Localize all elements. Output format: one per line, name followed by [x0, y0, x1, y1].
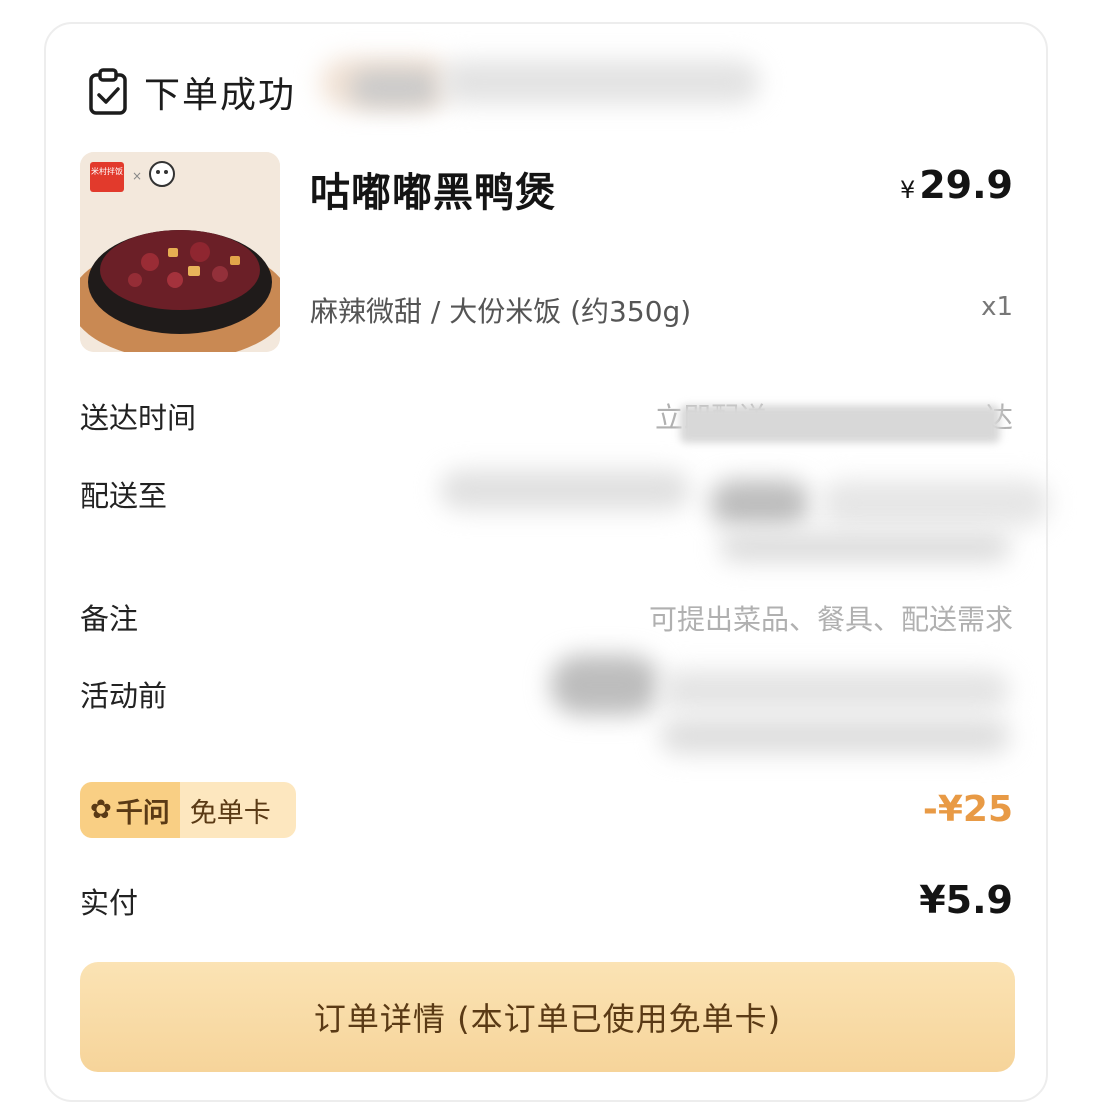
item-thumbnail[interactable]: 米村拌饭 ×	[80, 152, 280, 352]
discount-amount: -¥25	[922, 789, 1013, 830]
qianwen-logo-icon: ✿	[90, 795, 112, 825]
currency-symbol: ¥	[899, 176, 916, 204]
redacted-blur	[350, 70, 440, 106]
brand-logo-text: 米村拌饭	[91, 166, 123, 176]
free-order-card-badge[interactable]: ✿ 千问 免单卡	[80, 782, 296, 838]
payment-amount: ¥5.9	[919, 878, 1013, 922]
page-title: 下单成功	[144, 75, 297, 116]
delivery-time-label: 送达时间	[80, 401, 197, 435]
promo-label: 活动前	[80, 679, 168, 713]
redacted-blur	[440, 60, 760, 104]
badge-brand: ✿ 千问	[80, 782, 180, 838]
item-price: ¥29.9	[900, 163, 1013, 207]
svg-text:×: ×	[132, 169, 142, 183]
item-name[interactable]: 咕嘟嘟黑鸭煲	[310, 160, 556, 218]
redacted-blur	[820, 480, 1050, 526]
redacted-blur	[440, 470, 690, 510]
clipboard-check-icon	[88, 68, 128, 116]
payment-label: 实付	[80, 886, 139, 920]
redacted-blur	[660, 670, 1010, 710]
order-header: 下单成功	[88, 66, 296, 118]
order-detail-button[interactable]: 订单详情 (本订单已使用免单卡)	[80, 962, 1015, 1072]
redacted-blur	[710, 480, 810, 526]
remark-input[interactable]: 可提出菜品、餐具、配送需求	[649, 598, 1013, 638]
item-quantity: x1	[981, 292, 1013, 322]
delivery-to-label: 配送至	[80, 479, 168, 513]
redacted-blur	[720, 532, 1010, 562]
redacted-blur	[680, 405, 1000, 443]
item-spec: 麻辣微甜 / 大份米饭 (约350g)	[310, 295, 692, 328]
item-price-value: 29.9	[919, 163, 1013, 207]
redacted-blur	[550, 655, 660, 715]
remark-label: 备注	[80, 602, 139, 636]
badge-brand-label: 千问	[115, 797, 170, 829]
redacted-blur	[660, 718, 1010, 754]
badge-name: 免单卡	[189, 797, 271, 829]
